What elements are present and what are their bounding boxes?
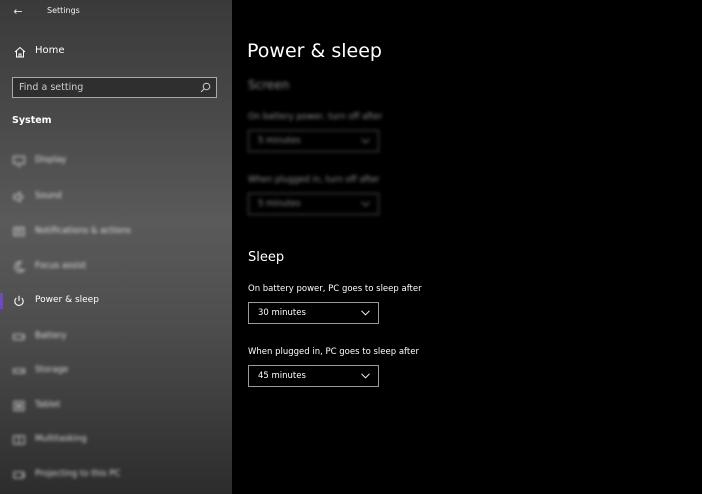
screen-battery-dropdown[interactable]: 5 minutes: [248, 130, 379, 152]
sidebar-item-sound[interactable]: Sound: [0, 186, 232, 208]
screen-plugged-label: When plugged in, turn off after: [248, 175, 380, 185]
notification-icon: [13, 227, 25, 236]
app-title: Settings: [47, 6, 80, 15]
home-nav-item[interactable]: Home: [0, 40, 232, 64]
screen-plugged-dropdown[interactable]: 5 minutes: [248, 193, 379, 215]
sleep-battery-label: On battery power, PC goes to sleep after: [248, 284, 422, 294]
search-icon[interactable]: [200, 82, 211, 93]
search-box[interactable]: [12, 77, 217, 98]
sidebar-item-label: Storage: [35, 365, 69, 375]
sidebar-item-projecting[interactable]: Projecting to this PC: [0, 464, 232, 486]
sidebar-item-label: Power & sleep: [35, 295, 99, 305]
sleep-plugged-dropdown[interactable]: 45 minutes: [248, 365, 379, 387]
search-input[interactable]: [19, 80, 189, 95]
dropdown-value: 5 minutes: [258, 199, 301, 209]
sidebar-item-power-sleep[interactable]: Power & sleep: [0, 290, 232, 312]
chevron-down-icon: [361, 373, 370, 379]
sidebar-item-label: Sound: [35, 191, 62, 201]
title-bar: ← Settings: [0, 0, 232, 24]
sidebar-item-battery[interactable]: Battery: [0, 326, 232, 348]
back-button[interactable]: ←: [10, 4, 26, 20]
settings-window: ← Settings Home System Display: [0, 0, 702, 494]
battery-icon: [13, 334, 25, 340]
sidebar-item-storage[interactable]: Storage: [0, 360, 232, 382]
sidebar-item-label: Multitasking: [35, 434, 87, 444]
screen-heading: Screen: [248, 78, 290, 92]
sidebar-item-label: Battery: [35, 331, 67, 341]
multitasking-icon: [13, 435, 25, 445]
projecting-icon: [13, 471, 26, 479]
moon-icon: [14, 261, 26, 273]
chevron-down-icon: [361, 310, 370, 316]
speaker-icon: [13, 191, 24, 203]
sleep-plugged-label: When plugged in, PC goes to sleep after: [248, 347, 419, 357]
home-icon: [14, 46, 26, 58]
monitor-icon: [13, 156, 25, 167]
sidebar-item-multitasking[interactable]: Multitasking: [0, 429, 232, 451]
sidebar-item-label: Tablet: [35, 400, 61, 410]
back-arrow-icon: ←: [13, 5, 23, 18]
chevron-down-icon: [361, 201, 370, 207]
sidebar-item-label: Notifications & actions: [35, 226, 131, 236]
page-title: Power & sleep: [247, 40, 382, 62]
section-label-system: System: [12, 115, 52, 126]
home-label: Home: [35, 45, 65, 56]
dropdown-value: 30 minutes: [258, 308, 306, 318]
sidebar-item-label: Display: [35, 155, 67, 165]
dropdown-value: 45 minutes: [258, 371, 306, 381]
sidebar-item-label: Projecting to this PC: [35, 469, 121, 479]
sidebar-item-focus-assist[interactable]: Focus assist: [0, 256, 232, 278]
tablet-icon: [13, 401, 25, 411]
sidebar-item-label: Focus assist: [35, 261, 87, 271]
dropdown-value: 5 minutes: [258, 136, 301, 146]
storage-icon: [13, 368, 25, 374]
sidebar-item-notifications[interactable]: Notifications & actions: [0, 221, 232, 243]
sidebar: ← Settings Home System Display: [0, 0, 232, 494]
sidebar-item-tablet[interactable]: Tablet: [0, 395, 232, 417]
screen-battery-label: On battery power, turn off after: [248, 112, 383, 122]
chevron-down-icon: [361, 138, 370, 144]
main-pane: Power & sleep Screen On battery power, t…: [232, 0, 702, 494]
active-indicator: [0, 293, 3, 309]
sidebar-item-display[interactable]: Display: [0, 150, 232, 172]
power-icon: [14, 295, 24, 306]
sleep-battery-dropdown[interactable]: 30 minutes: [248, 302, 379, 324]
sleep-heading: Sleep: [248, 250, 285, 265]
